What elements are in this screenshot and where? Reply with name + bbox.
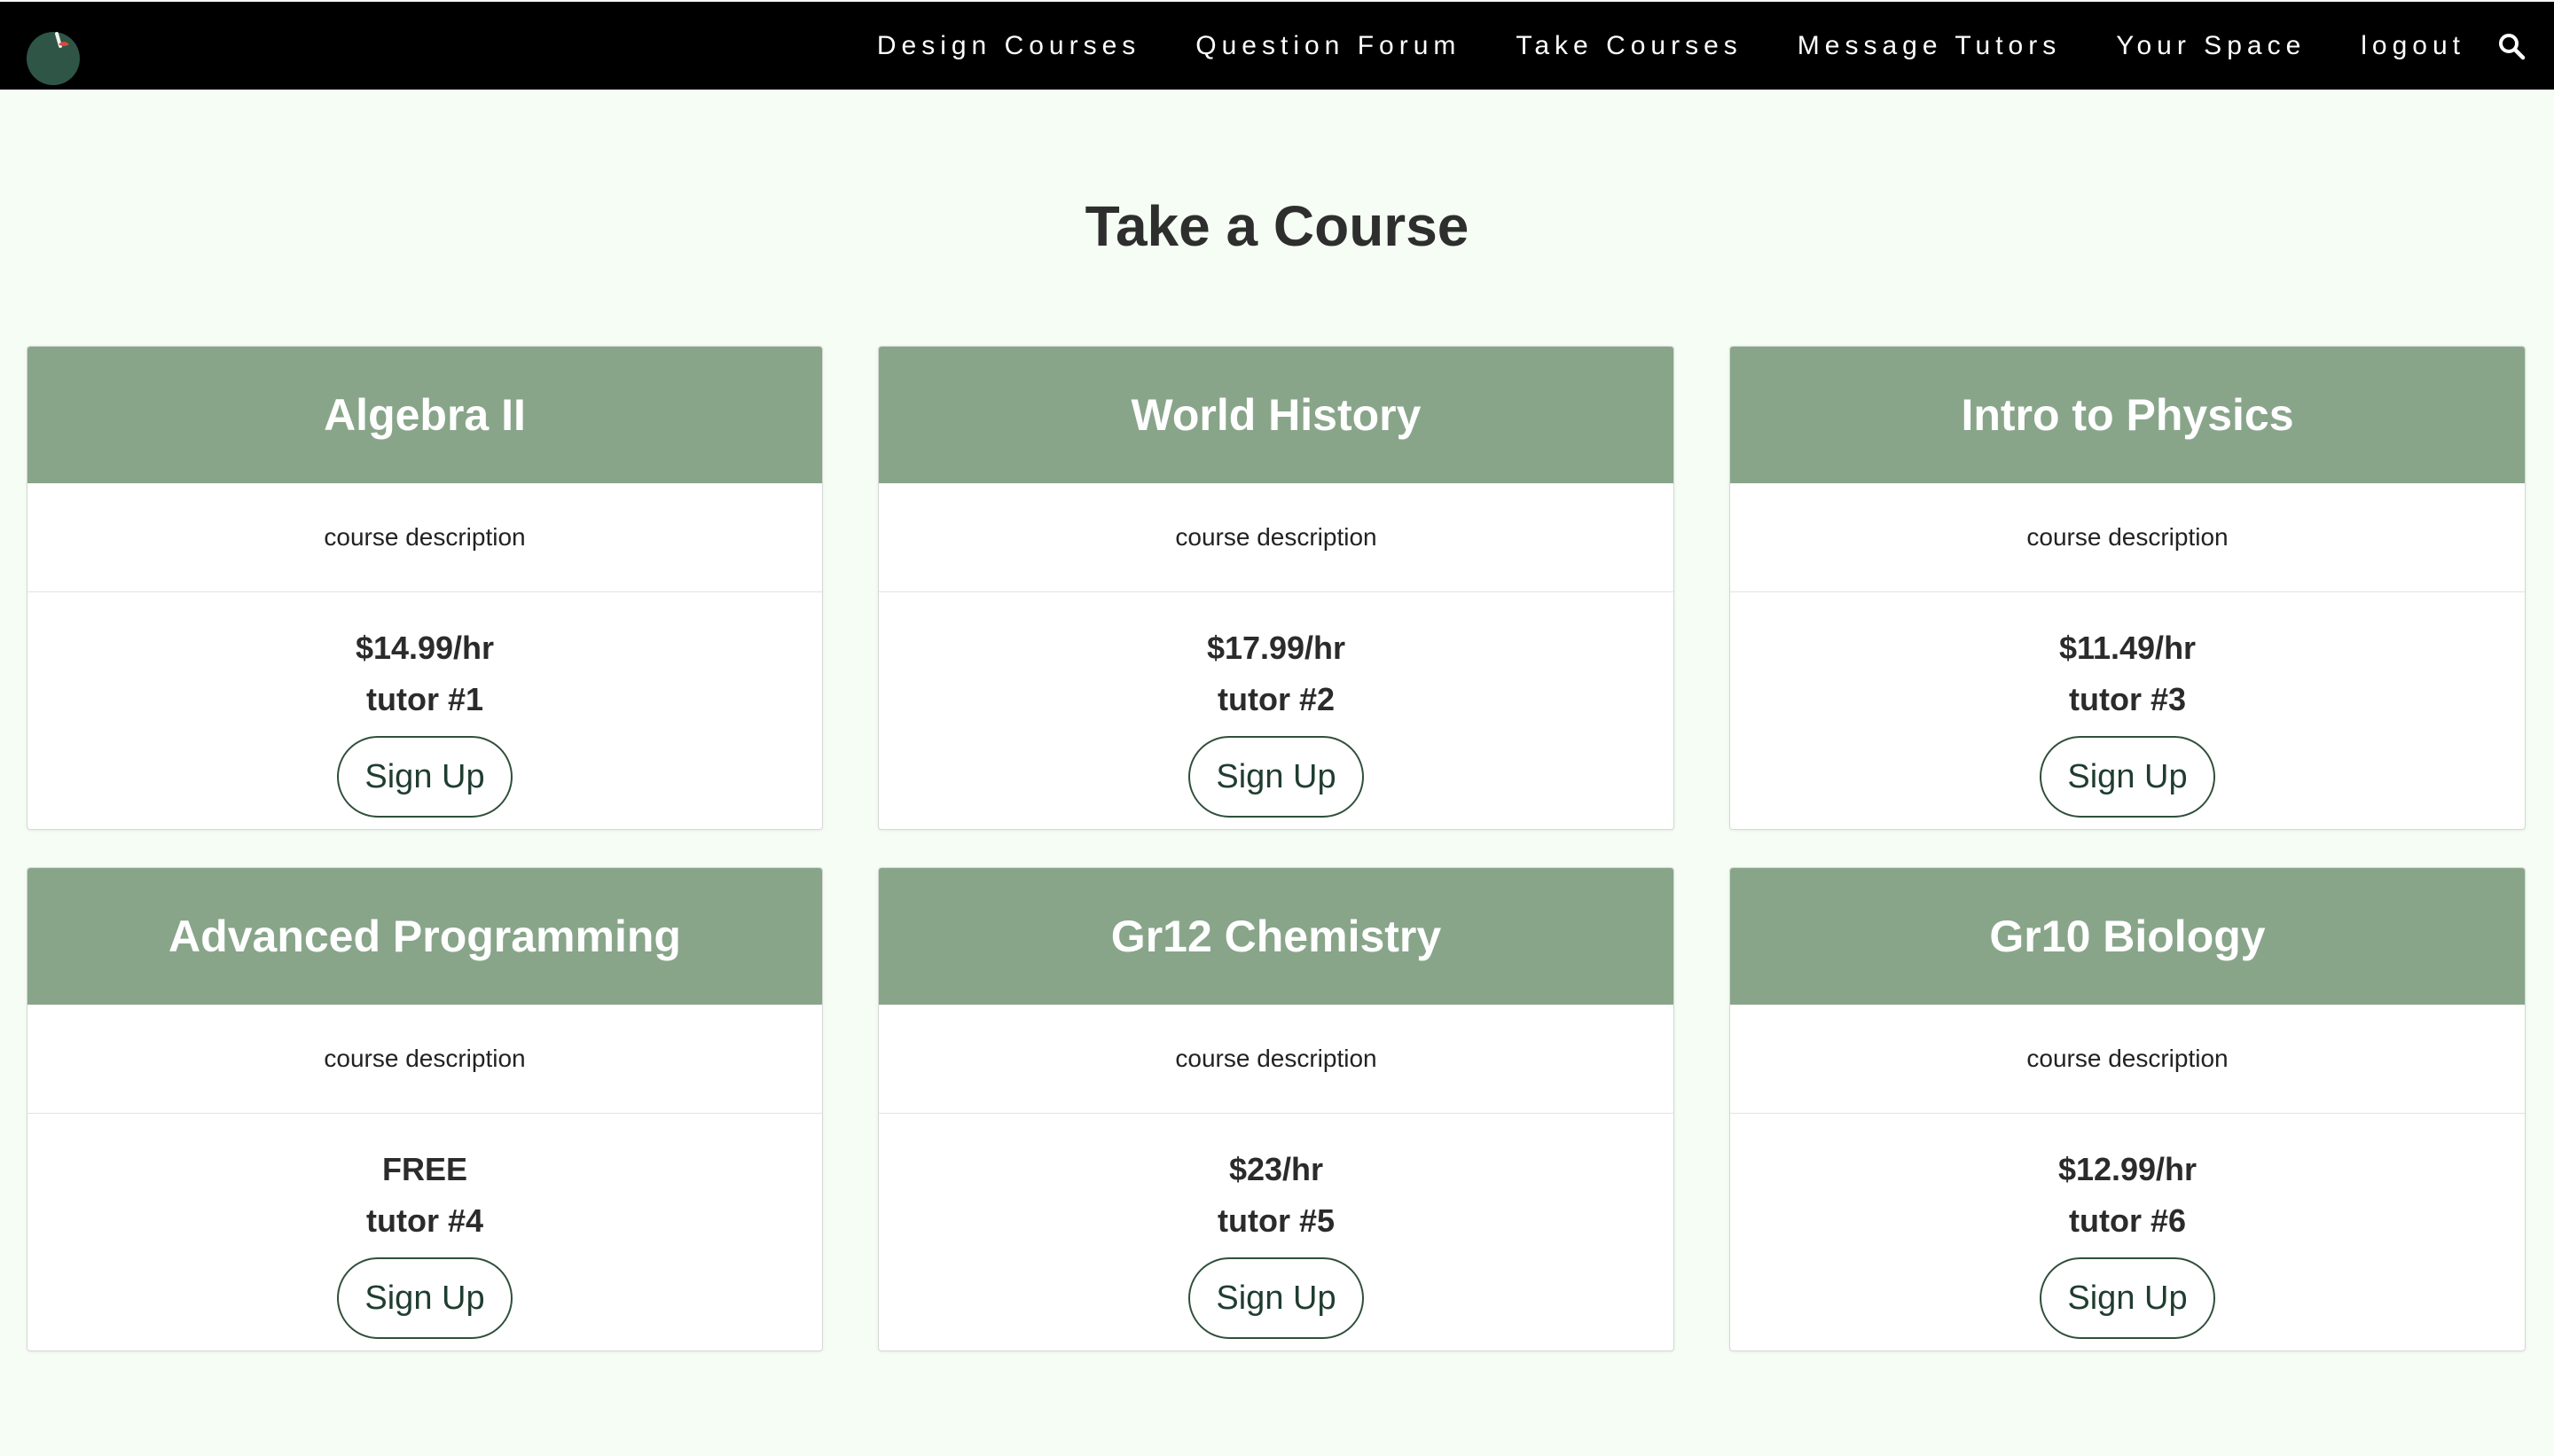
nav-link-message-tutors[interactable]: Message Tutors [1798, 31, 2061, 61]
course-card-gr12-chemistry: Gr12 Chemistry course description $23/hr… [878, 867, 1674, 1351]
nav-link-your-space[interactable]: Your Space [2116, 31, 2306, 61]
course-price: $11.49/hr [2058, 630, 2197, 666]
course-title: Algebra II [27, 347, 822, 483]
course-description: course description [27, 1005, 822, 1114]
course-details: $17.99/hr tutor #2 Sign Up [879, 592, 1673, 829]
nav-link-take-courses[interactable]: Take Courses [1516, 31, 1742, 61]
course-tutor: tutor #5 [1217, 1202, 1335, 1239]
course-description: course description [879, 483, 1673, 592]
sign-up-button[interactable]: Sign Up [337, 736, 513, 818]
sign-up-button[interactable]: Sign Up [1188, 736, 1364, 818]
course-price: $12.99/hr [2057, 1151, 2198, 1187]
apple-logo-icon[interactable] [25, 28, 82, 85]
course-price: $17.99/hr [1206, 630, 1346, 666]
course-grid: Algebra II course description $14.99/hr … [27, 346, 2527, 1351]
course-details: $11.49/hr tutor #3 Sign Up [1730, 592, 2525, 829]
course-title: Advanced Programming [27, 868, 822, 1005]
nav-link-logout[interactable]: logout [2361, 31, 2465, 61]
course-card-algebra-ii: Algebra II course description $14.99/hr … [27, 346, 823, 830]
course-tutor: tutor #3 [2068, 681, 2186, 717]
course-details: FREE tutor #4 Sign Up [27, 1114, 822, 1350]
course-price: FREE [381, 1151, 467, 1187]
course-tutor: tutor #2 [1217, 681, 1335, 717]
course-tutor: tutor #6 [2068, 1202, 2186, 1239]
course-title: Intro to Physics [1730, 347, 2525, 483]
course-details: $14.99/hr tutor #1 Sign Up [27, 592, 822, 829]
course-price: $23/hr [1228, 1151, 1324, 1187]
course-card-world-history: World History course description $17.99/… [878, 346, 1674, 830]
course-price: $14.99/hr [355, 630, 495, 666]
course-title: Gr12 Chemistry [879, 868, 1673, 1005]
course-details: $23/hr tutor #5 Sign Up [879, 1114, 1673, 1350]
course-card-gr10-biology: Gr10 Biology course description $12.99/h… [1729, 867, 2526, 1351]
course-description: course description [1730, 1005, 2525, 1114]
sign-up-button[interactable]: Sign Up [1188, 1257, 1364, 1339]
course-tutor: tutor #4 [365, 1202, 483, 1239]
search-icon[interactable] [2497, 32, 2526, 60]
top-navbar: Design Courses Question Forum Take Cours… [0, 2, 2554, 90]
page-title: Take a Course [1085, 194, 1469, 258]
course-title: World History [879, 347, 1673, 483]
nav-links: Design Courses Question Forum Take Cours… [822, 2, 2465, 90]
course-details: $12.99/hr tutor #6 Sign Up [1730, 1114, 2525, 1350]
course-tutor: tutor #1 [365, 681, 483, 717]
course-description: course description [1730, 483, 2525, 592]
course-card-advanced-programming: Advanced Programming course description … [27, 867, 823, 1351]
sign-up-button[interactable]: Sign Up [2040, 1257, 2215, 1339]
course-description: course description [27, 483, 822, 592]
nav-link-design-courses[interactable]: Design Courses [877, 31, 1140, 61]
course-description: course description [879, 1005, 1673, 1114]
sign-up-button[interactable]: Sign Up [337, 1257, 513, 1339]
course-card-intro-to-physics: Intro to Physics course description $11.… [1729, 346, 2526, 830]
course-title: Gr10 Biology [1730, 868, 2525, 1005]
sign-up-button[interactable]: Sign Up [2040, 736, 2215, 818]
nav-link-question-forum[interactable]: Question Forum [1195, 31, 1461, 61]
